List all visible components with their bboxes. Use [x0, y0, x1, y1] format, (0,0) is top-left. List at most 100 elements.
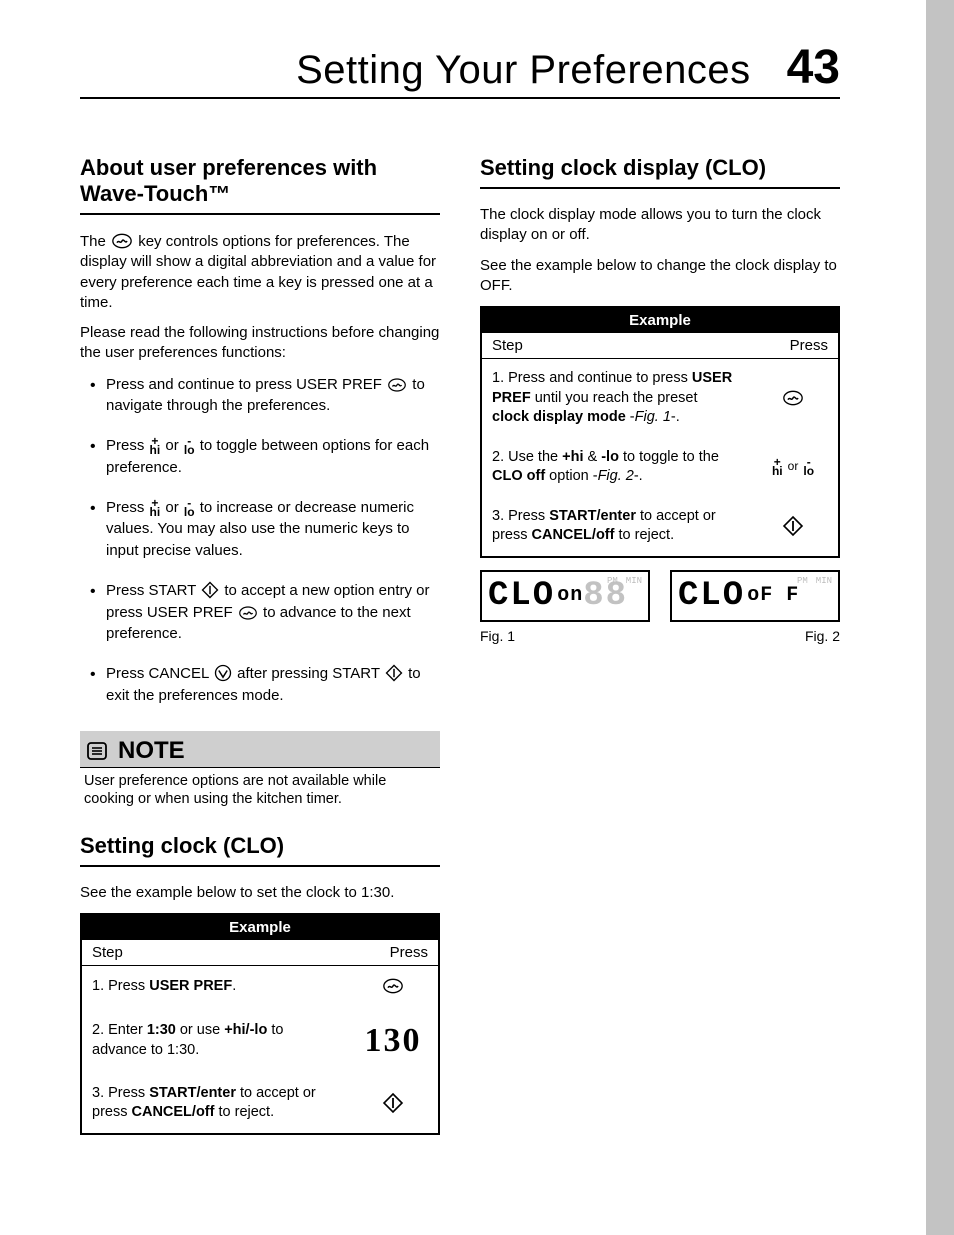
text: 1. Press — [92, 978, 149, 994]
text: CLO off — [492, 468, 545, 484]
text: -. — [634, 468, 643, 484]
text: CANCEL/off — [532, 527, 615, 543]
lcd-figure-2: PMMIN CLO oF F Fig. 2 — [670, 570, 840, 644]
start-icon — [200, 580, 220, 600]
list-item: Press +hi or -lo to increase or decrease… — [80, 497, 440, 562]
text: 1:30 — [147, 1022, 176, 1038]
clock-intro: See the example below to set the clock t… — [80, 883, 440, 903]
text: +hi/-lo — [224, 1022, 267, 1038]
page-title: Setting Your Preferences — [296, 48, 751, 93]
text: START/enter — [149, 1085, 236, 1101]
start-icon — [781, 514, 805, 538]
text: START/enter — [549, 508, 636, 524]
text: Press START — [106, 582, 200, 599]
col-step: Step — [92, 944, 123, 961]
lcd-indicator: MIN — [816, 576, 832, 586]
plus-hi-icon: +hi — [149, 499, 162, 517]
text: or — [165, 499, 183, 516]
or-text: or — [788, 459, 799, 473]
lcd-figure-1: PMMIN CLO on 88 Fig. 1 — [480, 570, 650, 644]
text: 2. Enter — [92, 1022, 147, 1038]
instruction-list: Press and continue to press USER PREF to… — [80, 374, 440, 707]
lcd-indicator: PM — [797, 576, 808, 586]
text: or use — [176, 1022, 224, 1038]
col-step: Step — [492, 337, 523, 354]
example-columns: Step Press — [482, 333, 838, 359]
user-pref-icon — [386, 376, 408, 394]
text: key controls options for preferences. Th… — [80, 233, 436, 311]
table-row: 2. Enter 1:30 or use +hi/-lo to advance … — [82, 1008, 438, 1074]
clock-display-p1: The clock display mode allows you to tur… — [480, 205, 840, 246]
lcd-text: CLO — [488, 577, 555, 615]
text: 2. Use the — [492, 449, 562, 465]
text: 3. Press — [492, 508, 549, 524]
text: or — [165, 437, 183, 454]
example-table-clock-display: Example Step Press 1. Press and continue… — [480, 306, 840, 558]
left-column: About user preferences with Wave-Touch™ … — [80, 135, 440, 1135]
table-row: 1. Press USER PREF. — [82, 966, 438, 1008]
user-pref-icon — [780, 388, 806, 408]
figure-caption: Fig. 1 — [480, 628, 650, 644]
table-row: 3. Press START/enter to accept or press … — [482, 497, 838, 556]
col-press: Press — [390, 944, 428, 961]
note-icon — [84, 739, 110, 763]
plus-hi-icon: +hi — [771, 458, 784, 476]
example-header: Example — [482, 308, 838, 333]
section-title-setting-clock: Setting clock (CLO) — [80, 833, 440, 867]
text: -. — [671, 409, 680, 425]
text: & — [583, 449, 601, 465]
text: +hi — [562, 449, 583, 465]
start-icon — [381, 1091, 405, 1115]
page-header: Setting Your Preferences 43 — [80, 40, 840, 99]
page-side-tab — [926, 0, 954, 1235]
user-pref-icon — [237, 604, 259, 622]
lcd-indicator: PM — [607, 576, 618, 586]
text: 1. Press and continue to press — [492, 370, 692, 386]
example-table-clock: Example Step Press 1. Press USER PREF. 2… — [80, 913, 440, 1135]
list-item: Press CANCEL after pressing START to exi… — [80, 663, 440, 707]
text: until you reach the preset — [531, 390, 698, 406]
minus-lo-icon: -lo — [183, 437, 196, 455]
list-item: Press +hi or -lo to toggle between optio… — [80, 435, 440, 479]
note-callout: NOTE User preference options are not ava… — [80, 731, 440, 814]
plus-hi-icon: +hi — [149, 437, 162, 455]
figure-caption: Fig. 2 — [670, 628, 840, 644]
lcd-text: on — [557, 584, 583, 607]
section-title-clock-display: Setting clock display (CLO) — [480, 155, 840, 189]
text: . — [232, 978, 236, 994]
text: CANCEL/off — [132, 1104, 215, 1120]
list-item: Press and continue to press USER PREF to… — [80, 374, 440, 418]
lcd-figures: PMMIN CLO on 88 Fig. 1 PMMIN CLO oF F Fi… — [480, 570, 840, 644]
table-row: 3. Press START/enter to accept or press … — [82, 1074, 438, 1133]
text: after pressing START — [237, 665, 384, 682]
text: Press and continue to press USER PREF — [106, 376, 386, 393]
text: Press — [106, 499, 149, 516]
page-number: 43 — [787, 40, 840, 95]
text: Press CANCEL — [106, 665, 213, 682]
clock-display-p2: See the example below to change the cloc… — [480, 256, 840, 297]
lcd-indicator: MIN — [626, 576, 642, 586]
text: to reject. — [214, 1104, 274, 1120]
example-header: Example — [82, 915, 438, 940]
text: Fig. 1 — [635, 409, 671, 425]
note-body: User preference options are not availabl… — [80, 767, 440, 814]
minus-lo-icon: -lo — [802, 458, 815, 476]
start-icon — [384, 663, 404, 683]
list-item: Press START to accept a new option entry… — [80, 580, 440, 645]
cancel-icon — [213, 663, 233, 683]
text: clock display mode — [492, 409, 626, 425]
user-pref-icon — [110, 231, 134, 251]
before-list-text: Please read the following instructions b… — [80, 323, 440, 364]
text: - — [626, 409, 635, 425]
text: USER PREF — [149, 978, 232, 994]
text: to toggle to the — [619, 449, 719, 465]
text: -lo — [601, 449, 619, 465]
text: 3. Press — [92, 1085, 149, 1101]
text: option - — [545, 468, 597, 484]
text: Press — [106, 437, 149, 454]
example-columns: Step Press — [82, 940, 438, 966]
note-label: NOTE — [118, 737, 185, 765]
right-column: Setting clock display (CLO) The clock di… — [480, 135, 840, 1135]
text: to reject. — [614, 527, 674, 543]
table-row: 2. Use the +hi & -lo to toggle to the CL… — [482, 438, 838, 497]
